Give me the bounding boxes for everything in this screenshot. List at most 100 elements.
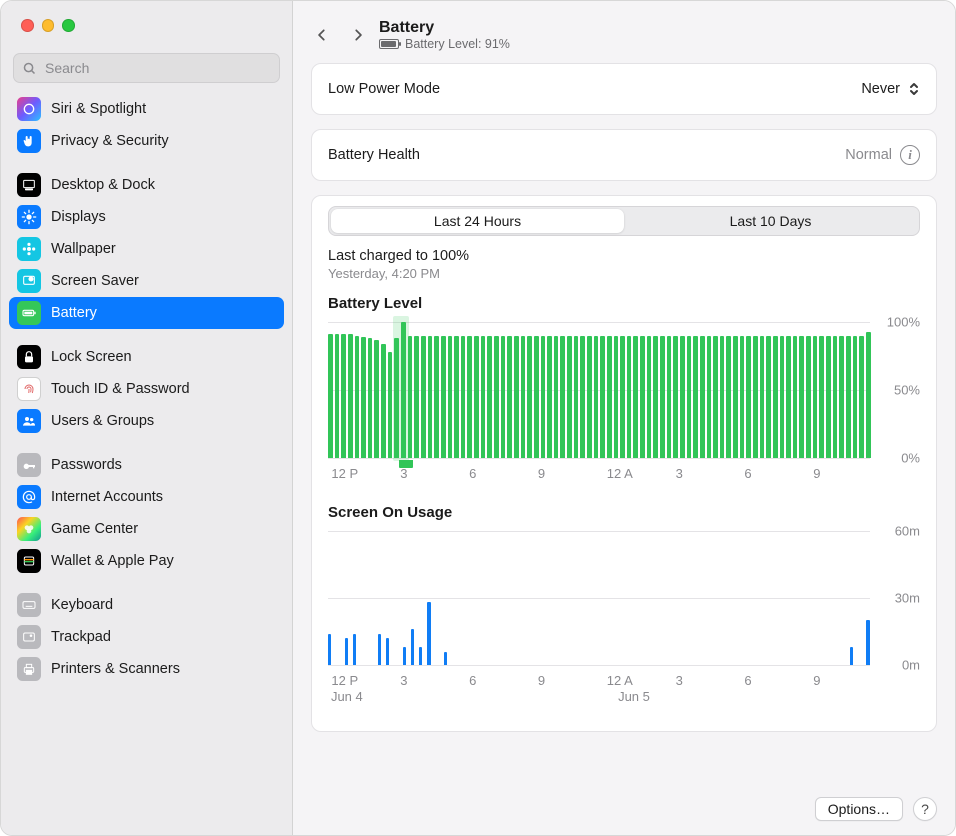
sidebar-item-game-center[interactable]: Game Center (9, 513, 284, 545)
screensaver-icon (17, 269, 41, 293)
last-charged-title: Last charged to 100% (328, 248, 920, 264)
tab-last-24-hours[interactable]: Last 24 Hours (331, 209, 624, 233)
sidebar-item-label: Touch ID & Password (51, 381, 276, 397)
fingerprint-icon (17, 377, 41, 401)
battery-level-bar (355, 336, 360, 458)
sidebar-item-desktop-dock[interactable]: Desktop & Dock (9, 169, 284, 201)
sidebar-item-displays[interactable]: Displays (9, 201, 284, 233)
sidebar-item-passwords[interactable]: Passwords (9, 449, 284, 481)
date-label: Jun 4 (331, 689, 363, 704)
sidebar-item-internet-accounts[interactable]: Internet Accounts (9, 481, 284, 513)
low-power-row[interactable]: Low Power Mode Never (328, 64, 920, 114)
x-tick: 3 (400, 673, 407, 688)
nav-arrows (311, 28, 365, 42)
printer-icon (17, 657, 41, 681)
screen-on-bar (403, 647, 406, 665)
sidebar-item-keyboard[interactable]: Keyboard (9, 589, 284, 621)
sidebar-item-label: Keyboard (51, 597, 276, 613)
hand-icon (17, 129, 41, 153)
search-field[interactable] (13, 53, 280, 83)
sidebar-item-trackpad[interactable]: Trackpad (9, 621, 284, 653)
screen-on-bar (427, 602, 430, 665)
battery-level-bar (401, 322, 406, 458)
fullscreen-window-button[interactable] (62, 19, 75, 32)
sidebar-item-screen-saver[interactable]: Screen Saver (9, 265, 284, 297)
battery-level-bar (328, 334, 333, 458)
close-window-button[interactable] (21, 19, 34, 32)
content: Low Power Mode Never Battery Health Norm… (293, 63, 955, 787)
battery-level-bar (760, 336, 765, 458)
x-tick: 3 (676, 673, 683, 688)
search-input[interactable] (43, 59, 271, 77)
battery-level-bar (461, 336, 466, 458)
sidebar-item-label: Wallpaper (51, 241, 276, 257)
battery-level-bar (428, 336, 433, 458)
battery-level-bar (853, 336, 858, 458)
x-tick: 9 (538, 673, 545, 688)
screen-on-chart: 12 P36912 A369 60m 30m 0m (328, 525, 920, 693)
low-power-popup[interactable]: Never (861, 80, 920, 98)
at-icon (17, 485, 41, 509)
screen-on-plot: 12 P36912 A369 (328, 525, 870, 693)
screen-on-bar (444, 652, 447, 665)
battery-level-bar (653, 336, 658, 458)
battery-level-bar (859, 336, 864, 458)
search-icon (22, 61, 37, 76)
info-icon[interactable]: i (900, 145, 920, 165)
battery-level-bar (607, 336, 612, 458)
battery-level-bar (567, 336, 572, 458)
battery-level-bar (766, 336, 771, 458)
sidebar-item-privacy-security[interactable]: Privacy & Security (9, 125, 284, 157)
screen-on-chart-title: Screen On Usage (328, 504, 920, 521)
battery-level-bar (467, 336, 472, 458)
sidebar-item-lock-screen[interactable]: Lock Screen (9, 341, 284, 373)
battery-health-label: Battery Health (328, 147, 420, 163)
battery-level-bar (633, 336, 638, 458)
gamecenter-icon (17, 517, 41, 541)
battery-level-plot: 12 P36912 A369 (328, 316, 870, 486)
sidebar-item-touch-id-password[interactable]: Touch ID & Password (9, 373, 284, 405)
screen-on-bar (378, 634, 381, 665)
back-button[interactable] (315, 28, 329, 42)
screen-on-bar (345, 638, 348, 665)
battery-level-bar (527, 336, 532, 458)
system-settings-window: Siri & SpotlightPrivacy & Security Deskto… (0, 0, 956, 836)
sidebar-item-battery[interactable]: Battery (9, 297, 284, 329)
sidebar-item-printers-scanners[interactable]: Printers & Scanners (9, 653, 284, 685)
battery-level-bar (434, 336, 439, 458)
sidebar-item-wallet-apple-pay[interactable]: Wallet & Apple Pay (9, 545, 284, 577)
sidebar-list[interactable]: Siri & SpotlightPrivacy & Security Deskto… (1, 89, 292, 835)
battery-level-bar (580, 336, 585, 458)
screen-on-y-axis: 60m 30m 0m (870, 525, 920, 693)
screen-on-bar (411, 629, 414, 665)
options-button[interactable]: Options… (815, 797, 903, 821)
screen-on-bar (328, 634, 331, 665)
x-tick: 6 (744, 466, 751, 481)
x-tick: 3 (676, 466, 683, 481)
dock-icon (17, 173, 41, 197)
battery-icon (379, 39, 399, 49)
battery-level-y-axis: 100% 50% 0% (870, 316, 920, 486)
sidebar-item-siri-spotlight[interactable]: Siri & Spotlight (9, 93, 284, 125)
sun-icon (17, 205, 41, 229)
battery-level-bar (793, 336, 798, 458)
battery-level-bar (667, 336, 672, 458)
forward-button[interactable] (351, 28, 365, 42)
x-tick: 6 (469, 466, 476, 481)
sidebar-item-label: Lock Screen (51, 349, 276, 365)
battery-level-bar (441, 336, 446, 458)
battery-level-bar (487, 336, 492, 458)
sidebar-item-wallpaper[interactable]: Wallpaper (9, 233, 284, 265)
battery-level-bar (687, 336, 692, 458)
x-tick: 12 A (607, 466, 633, 481)
sidebar-item-users-groups[interactable]: Users & Groups (9, 405, 284, 437)
battery-level-text: Battery Level: 91% (405, 37, 510, 51)
help-button[interactable]: ? (913, 797, 937, 821)
battery-level-bar (348, 334, 353, 458)
battery-level-bar (806, 336, 811, 458)
tab-last-10-days[interactable]: Last 10 Days (624, 209, 917, 233)
minimize-window-button[interactable] (42, 19, 55, 32)
battery-level-bar (534, 336, 539, 458)
low-power-label: Low Power Mode (328, 81, 440, 97)
sidebar-item-label: Battery (51, 305, 276, 321)
